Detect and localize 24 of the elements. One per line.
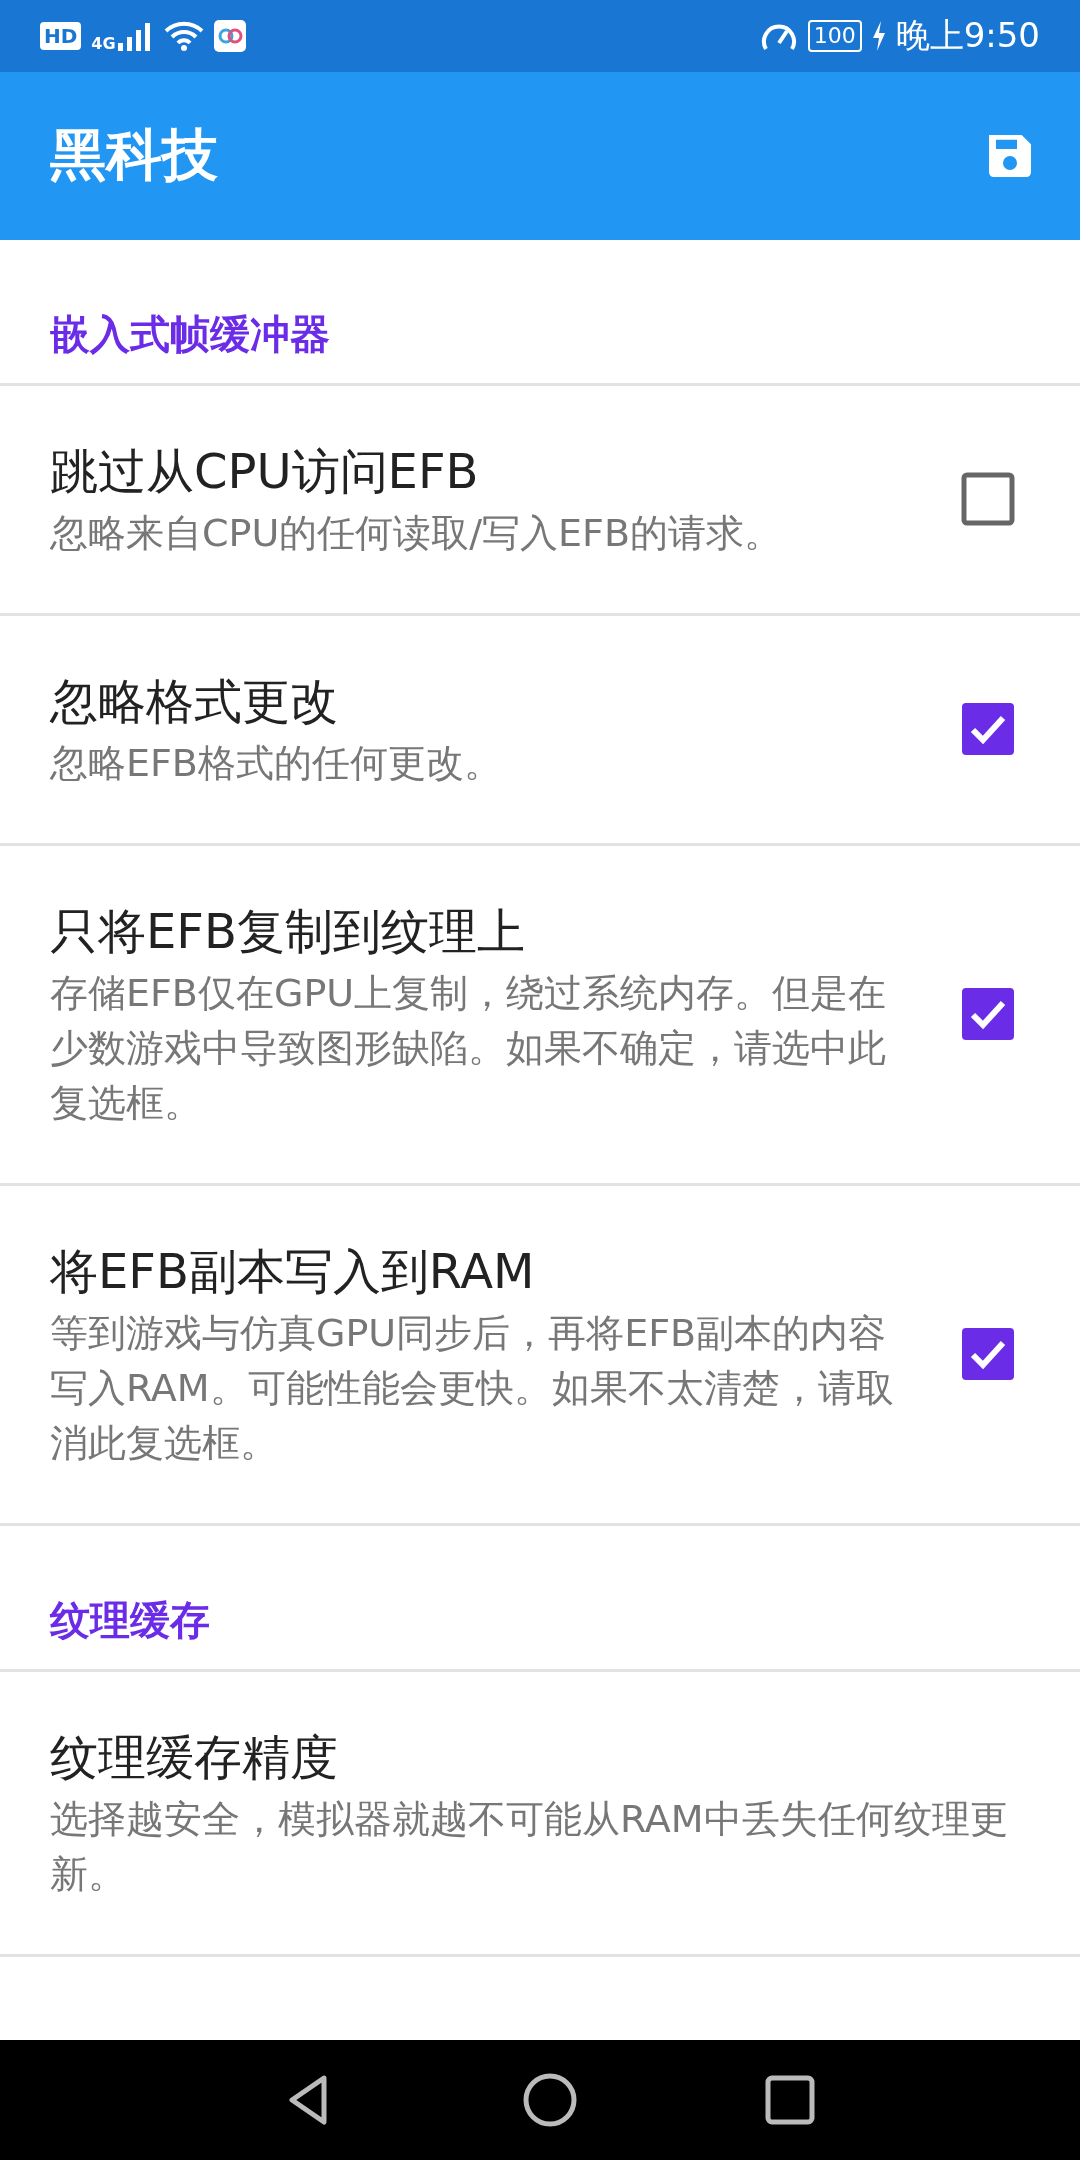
- setting-title: 跳过从CPU访问EFB: [50, 442, 480, 501]
- checkbox[interactable]: [960, 985, 1016, 1042]
- checkbox[interactable]: [960, 470, 1016, 527]
- setting-title: 忽略格式更改: [50, 672, 339, 731]
- setting-summary: 忽略EFB格式的任何更改。: [50, 740, 503, 787]
- app-title: 黑科技: [50, 121, 218, 189]
- clock-time: 晚上9:50: [895, 14, 1040, 57]
- app-icon: [213, 20, 246, 52]
- battery-icon: 100: [807, 20, 862, 52]
- setting-summary: 等到游戏与仿真GPU同步后，再将EFB副本的内容写入RAM。可能性能会更快。如果不太清楚，请取消此复选框。: [50, 1310, 895, 1467]
- wifi-icon: [163, 20, 204, 52]
- setting-summary: 忽略来自CPU的任何读取/写入EFB的请求。: [50, 510, 783, 557]
- charging-icon: [871, 21, 886, 51]
- section-header: 嵌入式帧缓冲器: [0, 240, 1080, 386]
- network-type: 4G: [91, 33, 116, 53]
- setting-title: 纹理缓存精度: [50, 1728, 339, 1787]
- hd-badge: HD: [40, 22, 82, 50]
- setting-title: 将EFB副本写入到RAM: [50, 1242, 536, 1301]
- setting-summary: 存储EFB仅在GPU上复制，绕过系统内存。但是在少数游戏中导致图形缺陷。如果不确定，请选中此复选框。: [50, 970, 888, 1127]
- setting-summary: 选择越安全，模拟器就越不可能从RAM中丢失任何纹理更新。: [50, 1796, 1009, 1898]
- setting-title: 只将EFB复制到纹理上: [50, 902, 526, 961]
- checkbox[interactable]: [960, 1325, 1016, 1382]
- checkbox[interactable]: [960, 700, 1016, 757]
- section-header: 纹理缓存: [0, 1526, 1080, 1672]
